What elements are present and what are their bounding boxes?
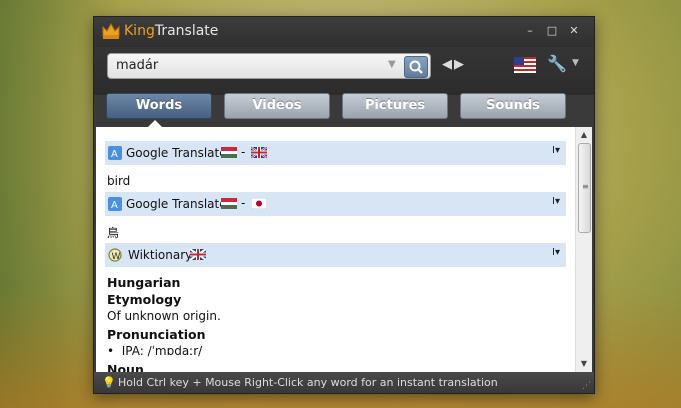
status-bar: 💡 Hold Ctrl key + Mouse Right-Click any … (94, 372, 594, 393)
flag-japan-icon (251, 198, 267, 209)
wiktionary-noun-heading: Noun (107, 362, 144, 372)
wiktionary-ipa: • IPA: /ˈmɒdaːr/ (107, 344, 203, 358)
settings-dropdown-icon[interactable]: ▼ (572, 58, 579, 68)
language-flag-us-icon[interactable] (514, 57, 536, 73)
tab-pictures[interactable]: Pictures (342, 93, 448, 119)
translation-result: 鳥 (107, 226, 120, 240)
section-source-label: Google Translate (126, 197, 227, 211)
resize-grip-icon[interactable]: ⋰ (582, 381, 591, 391)
svg-text:A: A (111, 149, 118, 160)
history-navigation: ◀▶ (442, 57, 466, 72)
title-bar[interactable]: KingTranslate – □ ✕ (94, 17, 594, 47)
section-dash: - (241, 196, 246, 210)
wiktionary-language-heading: Hungarian (107, 275, 181, 290)
bullet-icon: • (107, 344, 122, 358)
wiktionary-pronunciation-heading: Pronunciation (107, 327, 206, 342)
google-translate-icon: A (108, 197, 122, 211)
search-history-dropdown-icon[interactable]: ▼ (388, 59, 396, 70)
tab-videos[interactable]: Videos (224, 93, 330, 119)
scroll-down-arrow-icon[interactable]: ▼ (576, 358, 592, 370)
wrench-icon[interactable]: 🔧 (547, 54, 567, 73)
close-button[interactable]: ✕ (566, 23, 582, 39)
scroll-thumb[interactable]: ≡ (578, 143, 591, 233)
lightbulb-icon: 💡 (102, 376, 116, 389)
forward-arrow-icon[interactable]: ▶ (454, 57, 466, 72)
section-dash: - (241, 145, 246, 159)
scroll-grip-icon: ≡ (582, 182, 589, 191)
section-source-label: Wiktionary (128, 248, 193, 262)
search-toolbar: madár ▼ ◀▶ 🔧 ▼ (94, 47, 594, 95)
scroll-up-arrow-icon[interactable]: ▲ (576, 129, 592, 141)
active-tab-pointer (148, 120, 162, 127)
search-icon (409, 60, 423, 74)
minimize-button[interactable]: – (522, 23, 538, 39)
flag-hungary-icon (221, 147, 237, 158)
section-menu-button[interactable]: I▾ (552, 145, 560, 156)
flag-uk-icon (251, 147, 267, 158)
back-arrow-icon[interactable]: ◀ (442, 57, 454, 72)
section-menu-button[interactable]: I▾ (552, 196, 560, 207)
flag-hungary-icon (221, 198, 237, 209)
maximize-button[interactable]: □ (544, 23, 560, 39)
vertical-scrollbar[interactable]: ▲ ≡ ▼ (575, 127, 592, 372)
flag-uk-icon (190, 249, 206, 260)
search-button[interactable] (404, 56, 428, 78)
svg-text:W: W (112, 252, 121, 262)
crown-logo-icon (102, 22, 120, 39)
svg-text:A: A (111, 200, 118, 211)
wiktionary-icon: W (108, 248, 122, 262)
google-translate-icon: A (108, 146, 122, 160)
tab-words[interactable]: Words (106, 93, 212, 119)
translation-result: bird (107, 174, 131, 188)
wiktionary-etymology-text: Of unknown origin. (107, 309, 221, 323)
tab-sounds[interactable]: Sounds (460, 93, 566, 119)
section-source-label: Google Translate (126, 146, 227, 160)
section-header-google-translate-ja[interactable]: A Google Translate - I▾ (105, 192, 566, 216)
section-menu-button[interactable]: I▾ (552, 247, 560, 258)
results-panel: A Google Translate - I▾ bird A Google Tr… (96, 127, 592, 372)
app-window: KingTranslate – □ ✕ madár ▼ ◀▶ 🔧 ▼ Words… (93, 16, 595, 394)
wiktionary-etymology-heading: Etymology (107, 292, 182, 307)
section-header-wiktionary[interactable]: W Wiktionary I▾ (105, 243, 566, 267)
search-input-value[interactable]: madár (116, 58, 158, 73)
status-hint-text: Hold Ctrl key + Mouse Right-Click any wo… (118, 376, 498, 389)
section-header-google-translate-en[interactable]: A Google Translate - I▾ (105, 141, 566, 165)
app-title: KingTranslate (124, 23, 219, 39)
search-input[interactable]: madár ▼ (107, 53, 431, 79)
tab-bar: Words Videos Pictures Sounds (94, 93, 594, 127)
